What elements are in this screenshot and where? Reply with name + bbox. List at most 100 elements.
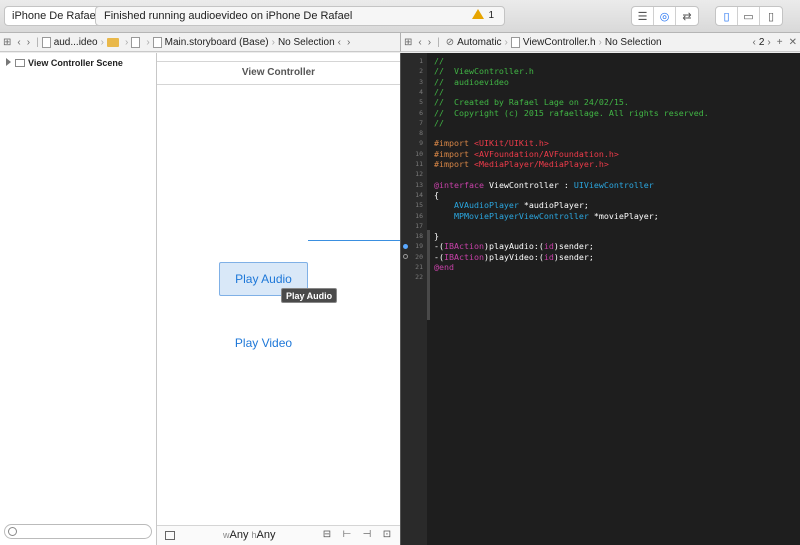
line-number: 18 — [415, 232, 423, 241]
resizing-icon[interactable]: ⊡ — [380, 529, 394, 540]
align-icon[interactable]: ⊟ — [320, 529, 334, 540]
code-token: // ViewController.h — [434, 66, 534, 77]
standard-editor-icon[interactable]: ☰ — [632, 7, 654, 25]
code-token: UIViewController — [573, 179, 654, 190]
connected-action-icon[interactable] — [403, 243, 408, 249]
code-line[interactable]: 21 @end — [401, 262, 800, 272]
storyboard-jump-bar: ⊞ ‹ › | aud...ideo › › › Main.storyboard… — [0, 33, 400, 52]
code-text: @end — [434, 262, 454, 272]
code-line[interactable]: 6 // Copyright (c) 2015 rafaellage. All r… — [401, 108, 800, 118]
jumpbar-project[interactable]: aud...ideo — [54, 37, 98, 48]
code-line[interactable]: 16 MPMoviePlayerViewController *moviePla… — [401, 211, 800, 221]
utilities-toggle-icon[interactable]: ▯ — [760, 7, 782, 25]
code-line[interactable]: 5 // Created by Rafael Lage on 24/02/15. — [401, 97, 800, 107]
pin-icon[interactable]: ⊢ — [340, 529, 354, 540]
scheme-device-selector[interactable]: iPhone De Rafael — [4, 6, 107, 26]
version-editor-icon[interactable]: ⇄ — [676, 7, 698, 25]
code-text: // — [434, 56, 444, 66]
forward-icon[interactable]: › — [428, 37, 431, 48]
outline-toggle-icon[interactable] — [165, 531, 175, 540]
related-items-icon[interactable]: ⊞ — [404, 37, 412, 48]
code-token: // — [434, 86, 444, 97]
code-line[interactable]: 11 #import <MediaPlayer/MediaPlayer.h> — [401, 159, 800, 169]
code-token: MPMoviePlayerViewController — [453, 210, 589, 221]
code-line[interactable]: 20 -(IBAction)playVideo:(id)sender; — [401, 252, 800, 262]
add-assistant-icon[interactable]: + — [777, 37, 783, 48]
code-line[interactable]: 2 // ViewController.h — [401, 66, 800, 76]
code-text: -(IBAction)playAudio:(id)sender; — [434, 241, 594, 251]
activity-viewer: Finished running audioevideo on iPhone D… — [95, 6, 505, 26]
storyboard-file-icon[interactable] — [131, 36, 141, 48]
debug-area-toggle-icon[interactable]: ▭ — [738, 7, 760, 25]
code-line[interactable]: 15 AVAudioPlayer *audioPlayer; — [401, 200, 800, 210]
size-class-control[interactable]: wAny hAny — [223, 529, 276, 541]
assistant-jump-bar: ⊞ ‹ › | ⊘ Automatic › ViewController.h ›… — [400, 33, 800, 52]
jumpbar-selection[interactable]: No Selection — [605, 37, 662, 48]
code-line[interactable]: 17 — [401, 221, 800, 231]
code-line[interactable]: 19 -(IBAction)playAudio:(id)sender; — [401, 241, 800, 251]
resolve-autolayout-icon[interactable]: ⊣ — [360, 529, 374, 540]
disclosure-triangle-icon[interactable] — [6, 58, 11, 66]
code-text: // ViewController.h — [434, 66, 534, 76]
code-line[interactable]: 13 @interface ViewController : UIViewCont… — [401, 180, 800, 190]
code-line[interactable]: 4 // — [401, 87, 800, 97]
line-number: 1 — [419, 57, 423, 65]
size-class-height: Any — [256, 529, 276, 541]
assistant-editor-icon[interactable]: ◎ — [654, 7, 676, 25]
code-token: #import — [434, 138, 474, 149]
next-issue-icon[interactable]: › — [347, 37, 350, 48]
scene-dock-title[interactable]: View Controller — [157, 61, 400, 85]
code-text: MPMoviePlayerViewController *moviePlayer… — [434, 211, 659, 221]
code-line[interactable]: 7 // — [401, 118, 800, 128]
line-number: 8 — [419, 129, 423, 138]
code-line[interactable]: 14 { — [401, 190, 800, 200]
outline-scene-row[interactable]: View Controller Scene — [6, 58, 123, 68]
code-editor[interactable]: 1 // 2 // ViewController.h 3 // audioevideo 4 /… — [400, 53, 800, 545]
line-number: 10 — [415, 149, 423, 158]
code-text: // — [434, 87, 444, 97]
view-controller-view[interactable]: Play Audio Play Video Play Audio — [157, 85, 400, 525]
jumpbar-storyboard[interactable]: Main.storyboard (Base) — [165, 37, 269, 48]
storyboard-canvas[interactable]: View Controller Play Audio Play Video Pl… — [157, 53, 400, 545]
related-items-icon[interactable]: ⊞ — [3, 37, 11, 48]
code-line[interactable]: 8 — [401, 128, 800, 138]
jumpbar-selection[interactable]: No Selection — [278, 37, 335, 48]
code-text: @interface ViewController : UIViewContro… — [434, 180, 654, 190]
code-token: @interface — [434, 179, 484, 190]
close-assistant-icon[interactable]: ✕ — [789, 37, 797, 48]
warning-icon — [472, 9, 485, 19]
previous-counterpart-icon[interactable]: ‹ — [753, 37, 756, 48]
size-class-width: Any — [229, 529, 249, 541]
play-video-button[interactable]: Play Video — [219, 332, 308, 354]
scene-label: View Controller Scene — [28, 58, 123, 68]
code-token: // Created by Rafael Lage on 24/02/15. — [434, 97, 629, 108]
folder-icon[interactable] — [106, 37, 119, 47]
code-text: #import <AVFoundation/AVFoundation.h> — [434, 149, 619, 159]
navigator-toggle-icon[interactable]: ▯ — [716, 7, 738, 25]
next-counterpart-icon[interactable]: › — [767, 37, 770, 48]
back-icon[interactable]: ‹ — [418, 37, 421, 48]
code-token: // — [434, 56, 444, 66]
document-outline: View Controller Scene — [0, 53, 157, 545]
code-line[interactable]: 3 // audioevideo — [401, 77, 800, 87]
code-line[interactable]: 18} — [401, 231, 800, 241]
line-number: 5 — [419, 98, 423, 107]
code-line[interactable]: 1 // — [401, 56, 800, 66]
warning-indicator[interactable]: 1 — [472, 7, 494, 25]
previous-issue-icon[interactable]: ‹ — [338, 37, 341, 48]
code-token: } — [434, 231, 439, 242]
code-text: } — [434, 231, 439, 241]
jumpbar-automatic[interactable]: Automatic — [457, 37, 501, 48]
back-icon[interactable]: ‹ — [17, 37, 20, 48]
canvas-bottom-bar: wAny hAny ⊟ ⊢ ⊣ ⊡ — [157, 525, 400, 545]
code-text: #import <MediaPlayer/MediaPlayer.h> — [434, 159, 609, 169]
outline-filter-field[interactable] — [4, 524, 152, 539]
line-number: 12 — [415, 170, 423, 179]
forward-icon[interactable]: › — [27, 37, 30, 48]
code-line[interactable]: 9 #import <UIKit/UIKit.h> — [401, 138, 800, 148]
code-text: // — [434, 118, 444, 128]
jumpbar-file[interactable]: ViewController.h — [523, 37, 596, 48]
code-line[interactable]: 12 — [401, 169, 800, 179]
code-line[interactable]: 10 #import <AVFoundation/AVFoundation.h> — [401, 149, 800, 159]
code-line[interactable]: 22 — [401, 272, 800, 282]
